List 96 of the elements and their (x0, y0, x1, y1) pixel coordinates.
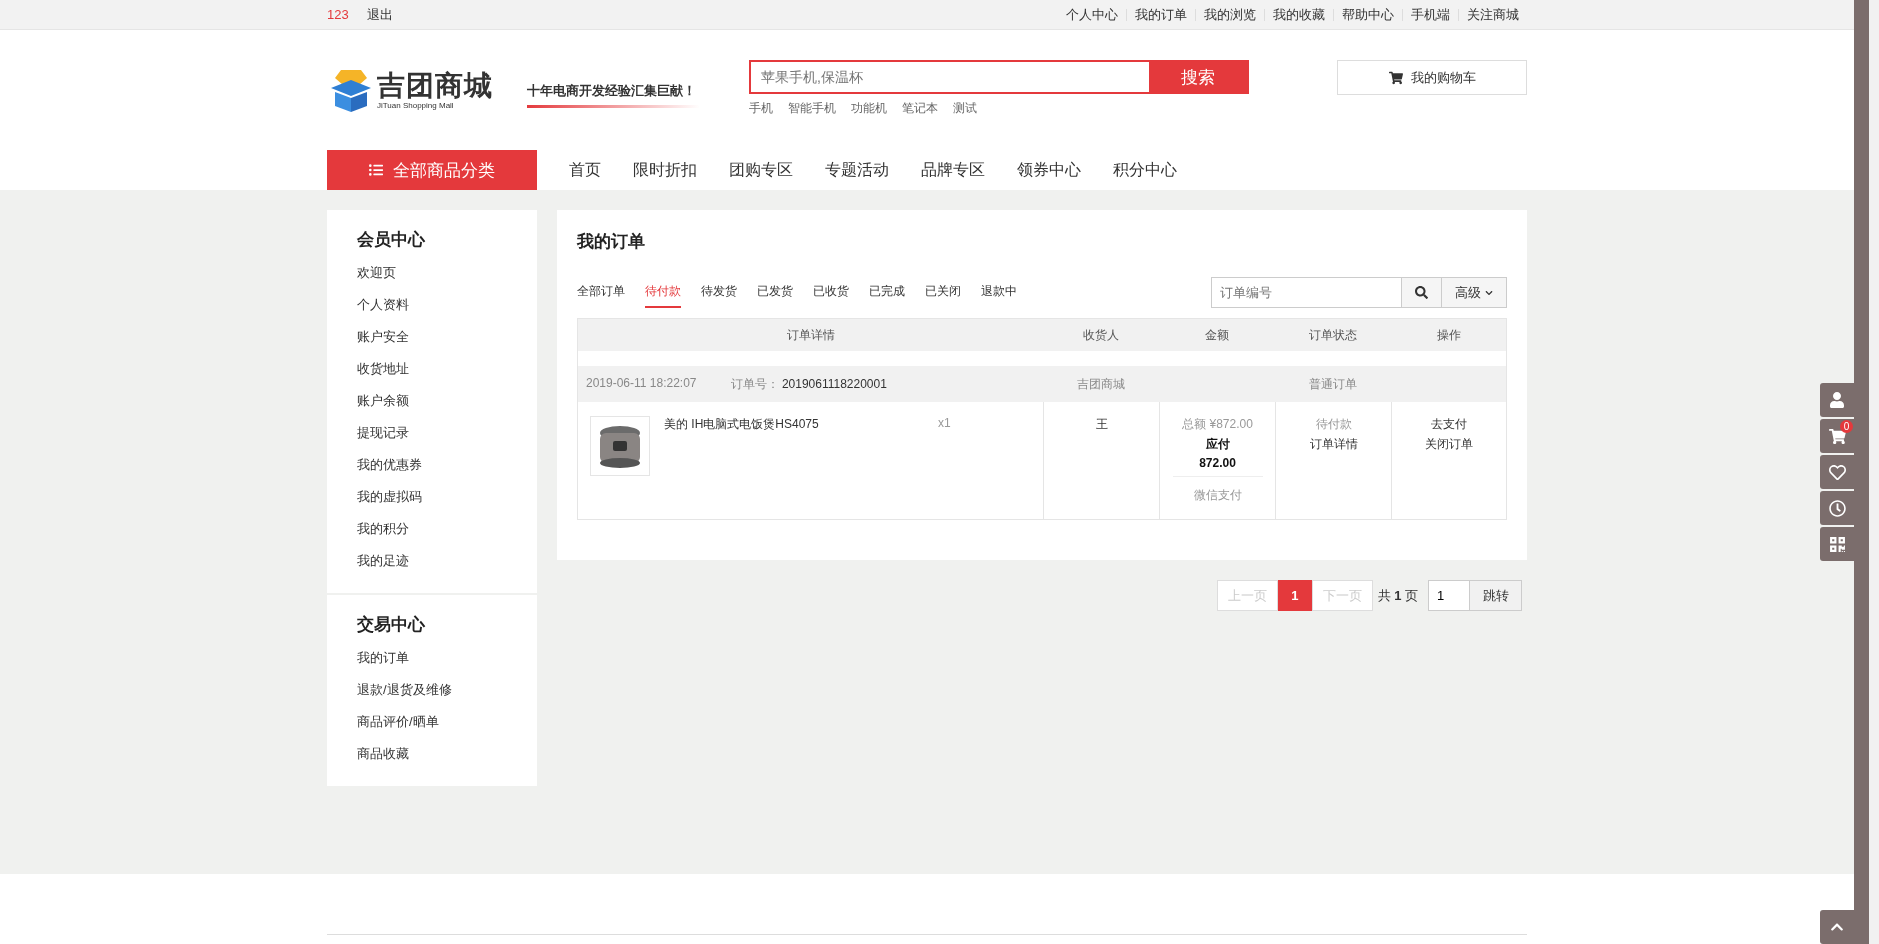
page-total: 共 1 页 (1377, 586, 1418, 605)
caret-icon (1485, 288, 1493, 297)
sidebar-link[interactable]: 我的优惠券 (357, 449, 537, 481)
nav-link[interactable]: 积分中心 (1113, 150, 1177, 190)
nav-link[interactable]: 领券中心 (1017, 150, 1081, 190)
top-link[interactable]: 我的收藏 (1264, 8, 1333, 21)
top-link[interactable]: 手机端 (1402, 8, 1458, 21)
cart-icon (1828, 427, 1846, 445)
payable-amount: 872.00 (1199, 456, 1236, 470)
sidebar-link[interactable]: 账户余额 (357, 385, 537, 417)
qr-code-icon (1828, 535, 1846, 553)
sidebar-heading: 交易中心 (357, 614, 426, 636)
total-amount: 总额 ¥872.00 (1182, 416, 1253, 433)
order-search-field[interactable]: 订单编号 高级 (1211, 277, 1507, 308)
column-header: 操作 (1435, 326, 1462, 344)
hot-word-link[interactable]: 笔记本 (902, 101, 938, 115)
hot-word-link[interactable]: 智能手机 (788, 101, 836, 115)
cart-button[interactable]: 我的购物车 (1337, 60, 1527, 95)
logo-subtitle: JiTuan Shopping Mall (377, 100, 455, 110)
order-tab[interactable]: 已完成 (869, 277, 905, 308)
order-action-link[interactable]: 关闭订单 (1425, 436, 1473, 453)
sidebar-link[interactable]: 收货地址 (357, 353, 537, 385)
nav-link[interactable]: 专题活动 (825, 150, 889, 190)
nav-link[interactable]: 限时折扣 (633, 150, 697, 190)
heart-icon (1828, 463, 1846, 481)
search-button[interactable] (1401, 278, 1441, 307)
top-link[interactable]: 我的浏览 (1195, 8, 1264, 21)
sidebar-link[interactable]: 我的积分 (357, 513, 537, 545)
sidebar-link[interactable]: 我的足迹 (357, 545, 537, 577)
logo-name: 吉团商城 (377, 70, 493, 101)
top-link[interactable]: 我的订单 (1126, 8, 1195, 21)
sidebar-link[interactable]: 我的订单 (357, 642, 537, 674)
sidebar-link[interactable]: 账户安全 (357, 321, 537, 353)
logout-link[interactable]: 退出 (358, 8, 401, 21)
order-tab[interactable]: 已收货 (813, 277, 849, 308)
order-tab[interactable]: 已关闭 (925, 277, 961, 308)
nav-link[interactable]: 首页 (569, 150, 601, 190)
order-type: 普通订单 (1308, 375, 1358, 393)
sidebar-link[interactable]: 个人资料 (357, 289, 537, 321)
order-tab[interactable]: 已发货 (757, 277, 793, 308)
column-header: 金额 (1204, 326, 1230, 344)
search-icon (1415, 286, 1428, 299)
order-detail-link[interactable]: 订单详情 (1309, 436, 1358, 453)
order-tab[interactable]: 待发货 (701, 277, 737, 308)
search-field[interactable]: 苹果手机,保温杯 搜索 (749, 60, 1249, 94)
top-link[interactable]: 帮助中心 (1333, 8, 1402, 21)
sidebar-link[interactable]: 商品评价/晒单 (357, 706, 537, 738)
order-status: 待付款 (1315, 416, 1352, 433)
sidebar-link[interactable]: 商品收藏 (357, 738, 537, 770)
cart-count-badge: 0 (1840, 420, 1853, 433)
history-button[interactable] (1820, 491, 1854, 525)
order-action-link[interactable]: 去支付 (1431, 416, 1467, 433)
cart-button[interactable]: 0 (1820, 419, 1854, 453)
hot-word-link[interactable]: 测试 (953, 101, 977, 115)
payable-label: 应付 (1205, 436, 1230, 453)
category-button[interactable]: 全部商品分类 (327, 150, 537, 190)
search-button[interactable]: 搜索 (1149, 62, 1247, 92)
advanced-button[interactable]: 高级 (1441, 278, 1506, 307)
order-tab[interactable]: 退款中 (981, 277, 1017, 308)
top-link[interactable]: 关注商城 (1458, 8, 1527, 21)
clock-icon (1828, 499, 1846, 517)
order-tab[interactable]: 全部订单 (577, 277, 625, 308)
order-time: 2019-06-11 18:22:07 (586, 375, 697, 392)
menu-icon (369, 163, 383, 177)
order-number: 订单号： 2019061118220001 (730, 375, 887, 393)
username-link[interactable]: 123 (327, 7, 349, 22)
sidebar-link[interactable]: 欢迎页 (357, 257, 537, 289)
sidebar-heading: 会员中心 (357, 229, 426, 251)
order-tab[interactable]: 待付款 (645, 277, 681, 308)
hot-word-link[interactable]: 手机 (749, 101, 773, 115)
qr-code-button[interactable] (1820, 527, 1854, 561)
sidebar-link[interactable]: 提现记录 (357, 417, 537, 449)
favorites-button[interactable] (1820, 455, 1854, 489)
quantity: x1 (938, 416, 951, 432)
receiver-name: 王 (1095, 416, 1108, 433)
page-jump-field[interactable]: 1 (1428, 580, 1470, 611)
page-button[interactable]: 1 (1278, 580, 1312, 611)
column-header: 订单状态 (1308, 326, 1358, 344)
payment-method: 微信支付 (1172, 476, 1263, 504)
back-to-top-button[interactable] (1820, 910, 1854, 944)
hot-word-link[interactable]: 功能机 (851, 101, 887, 115)
user-icon (1829, 392, 1845, 408)
sidebar-link[interactable]: 退款/退货及维修 (357, 674, 537, 706)
cart-icon (1388, 70, 1403, 85)
column-header: 收货人 (1082, 326, 1120, 344)
product-name[interactable]: 美的 IH电脑式电饭煲HS4075 (664, 416, 924, 505)
top-link[interactable]: 个人中心 (1058, 8, 1126, 21)
nav-link[interactable]: 品牌专区 (921, 150, 985, 190)
nav-link[interactable]: 团购专区 (729, 150, 793, 190)
panel-title: 我的订单 (577, 231, 646, 253)
user-button[interactable] (1820, 383, 1854, 417)
sidebar-link[interactable]: 我的虚拟码 (357, 481, 537, 513)
column-header: 订单详情 (785, 326, 836, 344)
slogan: 十年电商开发经验汇集巨献！ (527, 82, 699, 108)
jump-button[interactable]: 跳转 (1470, 580, 1522, 611)
shop-name: 吉团商城 (1076, 375, 1126, 393)
